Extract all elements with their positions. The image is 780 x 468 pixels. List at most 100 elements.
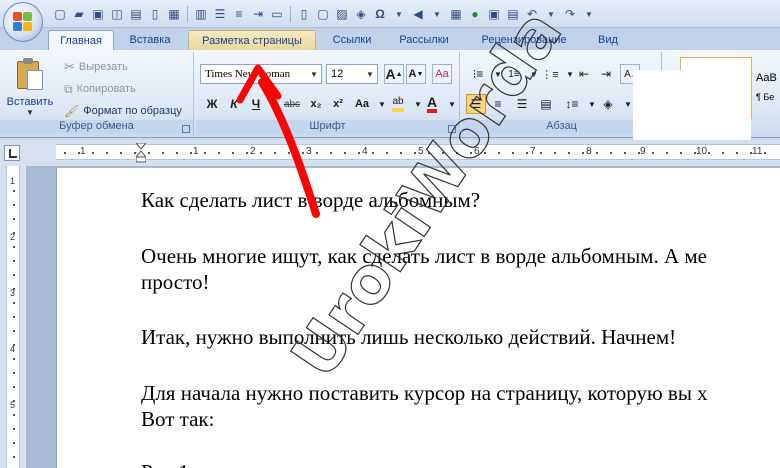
align-left-button[interactable]: ☰ (466, 94, 486, 114)
doc-line[interactable]: Для начала нужно поставить курсор на стр… (141, 381, 708, 405)
print-icon[interactable]: ▤ (128, 6, 144, 22)
highlight-button[interactable]: ab (388, 94, 408, 114)
doc-line[interactable]: Очень многие ищут, как сделать лист в во… (141, 244, 707, 268)
tab-view[interactable]: Вид (584, 30, 632, 50)
vruler-tick (13, 372, 15, 374)
tab-mailings[interactable]: Рассылки (388, 30, 460, 50)
ruler-tick (106, 152, 108, 154)
new-icon[interactable]: ▢ (52, 6, 68, 22)
office-button[interactable] (3, 2, 43, 42)
font-launcher-icon[interactable] (448, 125, 456, 133)
chart-dropdown-icon[interactable]: ▼ (429, 6, 445, 22)
comment-icon[interactable]: ▣ (486, 6, 502, 22)
increase-indent-icon[interactable]: ⇥ (596, 64, 616, 84)
superscript-button[interactable]: x² (328, 94, 348, 114)
vertical-ruler[interactable]: 1 2 3 4 5 (6, 166, 20, 468)
save-icon[interactable]: ▣ (90, 6, 106, 22)
ruler-number: 10 (696, 146, 708, 157)
grow-font-button[interactable]: A ▲ (384, 64, 404, 84)
ruler-number: 1 (80, 146, 86, 157)
symbol-dropdown-icon[interactable]: ▼ (391, 6, 407, 22)
review-icon[interactable]: ▤ (505, 6, 521, 22)
clear-format-button[interactable]: Aa (432, 64, 452, 84)
strikethrough-button[interactable]: abc (282, 94, 302, 114)
align-right-button[interactable]: ☰ (512, 94, 532, 114)
tab-insert[interactable]: Вставка (118, 30, 182, 50)
tab-references[interactable]: Ссылки (320, 30, 384, 50)
ruler-number: 4 (362, 146, 368, 157)
open-icon[interactable]: ▰ (71, 6, 87, 22)
doc-line[interactable]: Как сделать лист в ворде альбомным? (141, 188, 480, 212)
page-break-icon[interactable]: ▯ (296, 6, 312, 22)
shading-icon[interactable]: ◈ (598, 94, 618, 114)
align-center-button[interactable]: ≡ (488, 94, 508, 114)
ruler-icon[interactable]: ▭ (269, 6, 285, 22)
decrease-indent-icon[interactable]: ⇤ (574, 64, 594, 84)
tab-home[interactable]: Главная (48, 30, 114, 50)
bold-button[interactable]: Ж (202, 94, 222, 114)
ruler-tick (750, 152, 752, 154)
print-preview-icon[interactable]: ◫ (109, 6, 125, 22)
format-painter-button[interactable]: 🖌 Формат по образцу (64, 102, 182, 120)
undo-icon[interactable]: ↶ (524, 6, 540, 22)
separator (187, 6, 188, 22)
list-icon[interactable]: ≡ (231, 6, 247, 22)
undo-dropdown-icon[interactable]: ▼ (543, 6, 559, 22)
change-case-button[interactable]: Aa (352, 94, 372, 114)
ruler-tick (148, 152, 150, 154)
spelling-icon[interactable]: ▦ (448, 6, 464, 22)
ruler-tick (442, 152, 444, 154)
justify-button[interactable]: ▤ (536, 94, 556, 114)
horizontal-ruler[interactable]: 1 1 2 3 4 5 6 7 8 9 10 11 (56, 143, 780, 163)
font-name-box[interactable]: Times New Roman ▼ (200, 64, 322, 84)
chart-icon[interactable]: ◀ (410, 6, 426, 22)
copy-button[interactable]: ⧉ Копировать (64, 80, 136, 98)
font-color-dropdown-icon[interactable]: ▼ (442, 94, 462, 114)
vruler-tick (13, 400, 15, 402)
font-size-value: 12 (331, 68, 344, 80)
bullets-icon[interactable]: ⁝≡ (468, 64, 488, 84)
format-painter-label: Формат по образцу (83, 105, 182, 117)
subscript-button[interactable]: x₂ (306, 94, 326, 114)
italic-button[interactable]: К (224, 94, 244, 114)
tab-review[interactable]: Рецензирование (468, 30, 580, 50)
align-icon[interactable]: ☰ (212, 6, 228, 22)
doc-line[interactable]: Итак, нужно выполнить лишь несколько дей… (141, 325, 676, 349)
line-spacing-icon[interactable]: ↕≡ (562, 94, 582, 114)
indent-marker-icon[interactable] (136, 143, 146, 163)
table-icon[interactable]: ▦ (166, 6, 182, 22)
text-box-icon[interactable]: ▢ (315, 6, 331, 22)
clipboard-launcher-icon[interactable] (182, 125, 190, 133)
tab-selector-button[interactable] (4, 145, 20, 161)
ruler-number: 6 (474, 146, 480, 157)
shapes-icon[interactable]: ◈ (353, 6, 369, 22)
ruler-tick (596, 152, 598, 154)
font-size-box[interactable]: 12 ▼ (326, 64, 378, 84)
multilevel-list-icon[interactable]: ⋮≡ (540, 64, 560, 84)
tab-page-layout[interactable]: Разметка страницы (188, 30, 316, 50)
ruler-tick (414, 152, 416, 154)
underline-button[interactable]: Ч (246, 94, 266, 114)
customize-dropdown-icon[interactable]: ▼ (581, 6, 597, 22)
cut-button[interactable]: ✂ Вырезать (64, 58, 128, 76)
doc-line[interactable]: просто! (141, 270, 209, 294)
image-icon[interactable]: ▨ (334, 6, 350, 22)
font-color-button[interactable]: A (422, 94, 442, 114)
symbol-icon[interactable]: Ω (372, 6, 388, 22)
vruler-number: 1 (10, 176, 16, 186)
hyperlink-icon[interactable]: ● (467, 6, 483, 22)
paste-button[interactable]: Вставить ▼ (6, 56, 54, 118)
doc-line[interactable]: Вот так: (141, 407, 214, 431)
numbering-icon[interactable]: 1≡ (504, 64, 524, 84)
paste-dropdown-icon[interactable]: ▼ (6, 108, 54, 117)
doc-line[interactable]: Рис.1 (141, 460, 189, 468)
indent-icon[interactable]: ⇥ (250, 6, 266, 22)
page-icon[interactable]: ▯ (147, 6, 163, 22)
ruler-tick (162, 152, 164, 154)
redo-icon[interactable]: ↷ (562, 6, 578, 22)
font-name-dropdown-icon[interactable]: ▼ (307, 65, 321, 83)
columns-icon[interactable]: ▥ (193, 6, 209, 22)
shrink-font-button[interactable]: A ▼ (406, 64, 426, 84)
font-size-dropdown-icon[interactable]: ▼ (363, 65, 377, 83)
ruler-tick (456, 152, 458, 154)
